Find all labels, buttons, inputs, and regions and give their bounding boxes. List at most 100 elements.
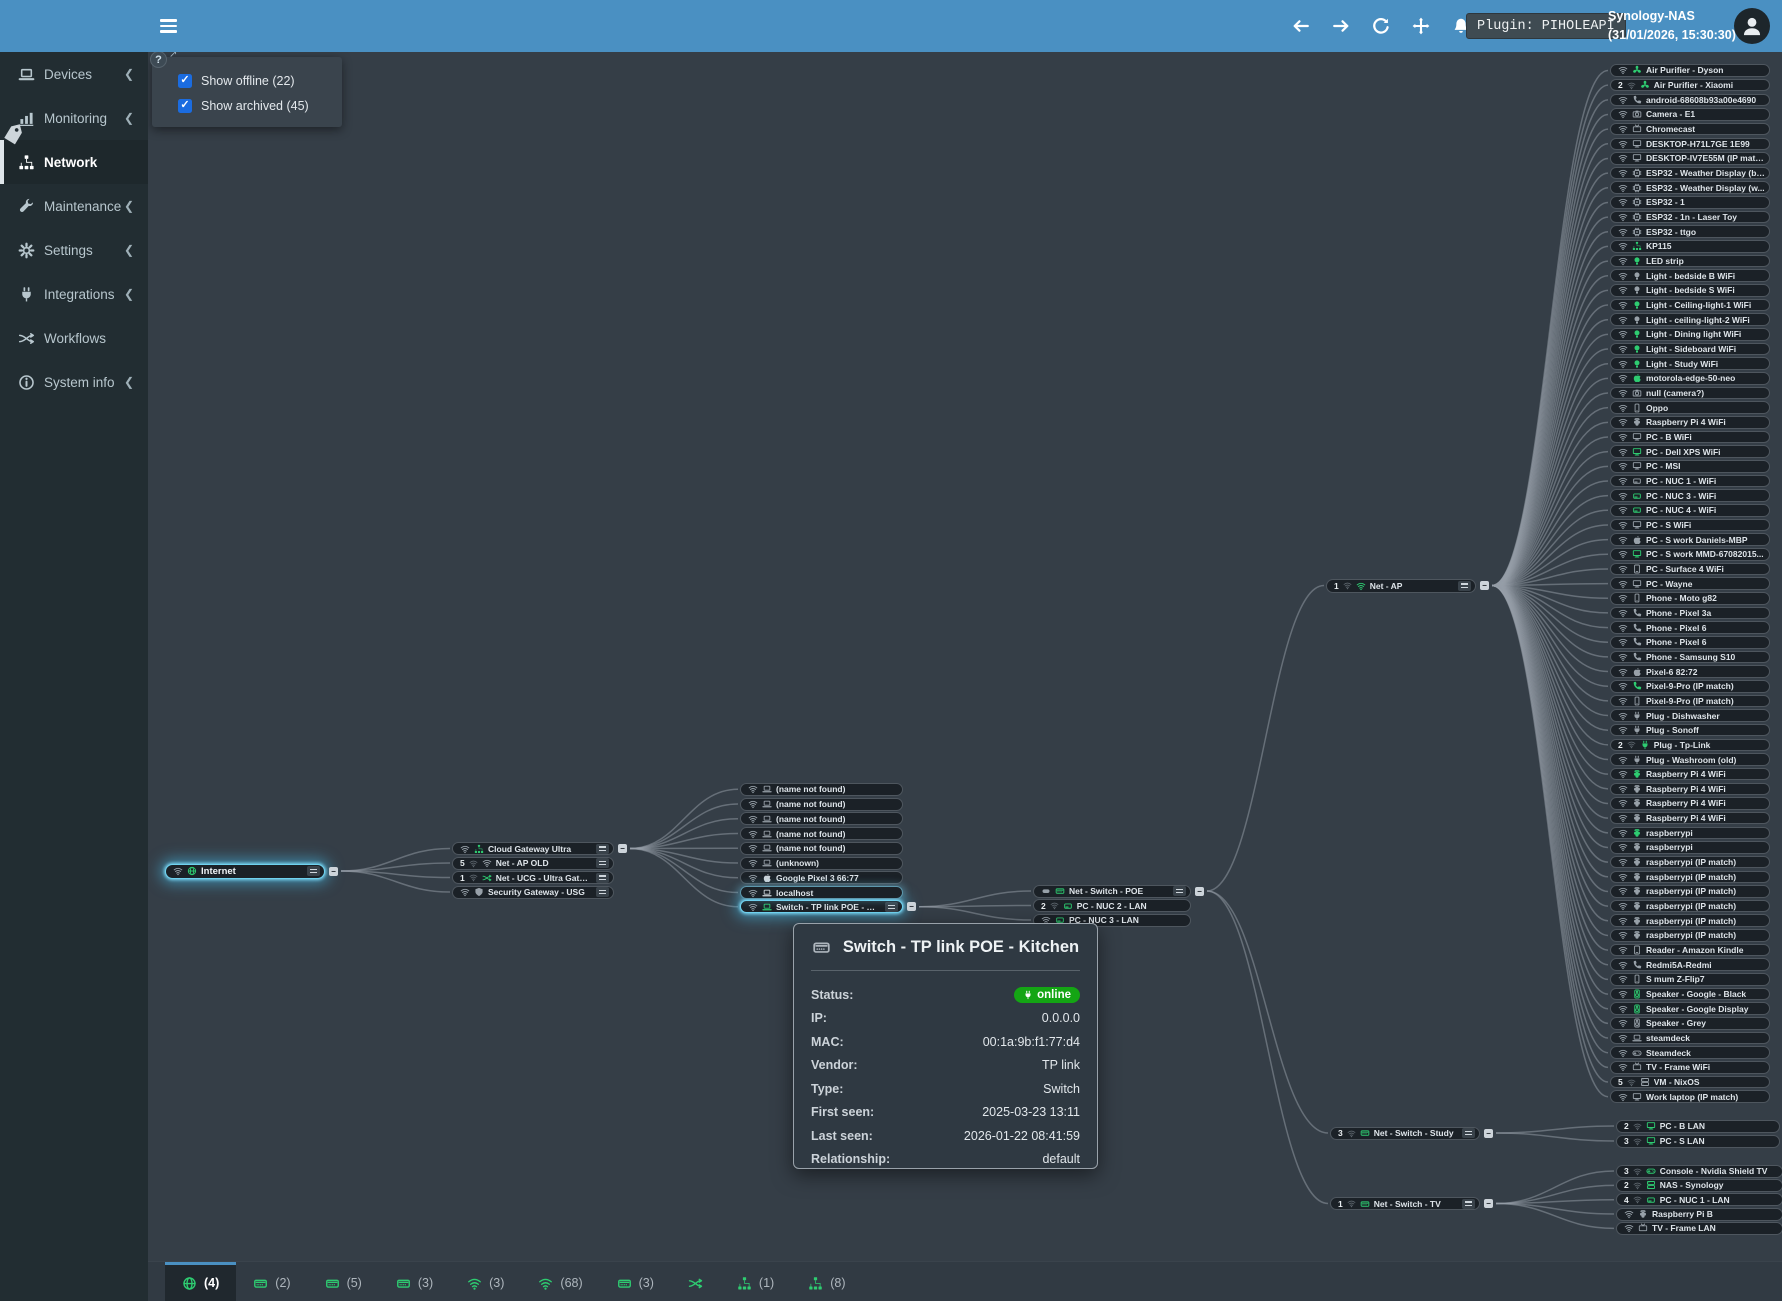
filter-row[interactable]: ✓Show offline (22)	[178, 68, 332, 93]
network-node-raspberry-pi-4-wifi[interactable]: Raspberry Pi 4 WiFi	[1610, 812, 1770, 825]
network-node-name-not-found[interactable]: (name not found)	[740, 842, 903, 855]
network-node-kp115[interactable]: KP115	[1610, 240, 1770, 253]
sidebar-item-network[interactable]: Network	[0, 140, 148, 184]
network-node-net-switch-poe[interactable]: Net - Switch - POE−	[1033, 885, 1191, 898]
network-node-pc-s-wifi[interactable]: PC - S WiFi	[1610, 519, 1770, 532]
network-node-raspberrypi-ip-match[interactable]: raspberrypi (IP match)	[1610, 885, 1770, 898]
sidebar-item-settings[interactable]: Settings❮	[0, 228, 148, 272]
sidebar-item-maintenance[interactable]: Maintenance❮	[0, 184, 148, 228]
network-node-pc-s-lan[interactable]: 3PC - S LAN	[1616, 1135, 1780, 1148]
network-node-net-switch-tv[interactable]: 1Net - Switch - TV−	[1330, 1197, 1480, 1210]
network-node-google-pixel-3-66-77[interactable]: Google Pixel 3 66:77	[740, 871, 903, 884]
node-menu-button[interactable]	[596, 873, 609, 883]
node-menu-button[interactable]	[307, 866, 320, 876]
network-node-light-dining-light-wifi[interactable]: Light - Dining light WiFi	[1610, 328, 1770, 341]
checkbox-checked[interactable]: ✓	[178, 74, 192, 88]
network-node-speaker-grey[interactable]: Speaker - Grey	[1610, 1017, 1770, 1030]
network-node-pc-dell-xps-wifi[interactable]: PC - Dell XPS WiFi	[1610, 445, 1770, 458]
refresh-button[interactable]	[1372, 17, 1390, 35]
network-node-light-sideboard-wifi[interactable]: Light - Sideboard WiFi	[1610, 343, 1770, 356]
sidebar-item-devices[interactable]: Devices❮	[0, 52, 148, 96]
network-node-desktop-h71l7ge-1e99[interactable]: DESKTOP-H71L7GE 1E99	[1610, 138, 1770, 151]
sidebar-item-integrations[interactable]: Integrations❮	[0, 272, 148, 316]
node-menu-button[interactable]	[596, 844, 609, 854]
network-node-steamdeck[interactable]: Steamdeck	[1610, 1046, 1770, 1059]
sidebar-item-workflows[interactable]: Workflows	[0, 316, 148, 360]
network-node-name-not-found[interactable]: (name not found)	[740, 783, 903, 796]
node-menu-button[interactable]	[885, 902, 898, 912]
network-node-light-study-wifi[interactable]: Light - Study WiFi	[1610, 357, 1770, 370]
network-node-raspberrypi-ip-match[interactable]: raspberrypi (IP match)	[1610, 871, 1770, 884]
filter-row[interactable]: ✓Show archived (45)	[178, 93, 332, 118]
network-node-raspberry-pi-b[interactable]: Raspberry Pi B	[1616, 1208, 1782, 1221]
node-collapse-toggle[interactable]: −	[1484, 1129, 1493, 1138]
network-node-steamdeck[interactable]: steamdeck	[1610, 1032, 1770, 1045]
network-node-nas-synology[interactable]: 2NAS - Synology	[1616, 1179, 1782, 1192]
network-node-esp32-weather-display-bl[interactable]: ESP32 - Weather Display (bl...	[1610, 167, 1770, 180]
network-node-plug-tp-link[interactable]: 2Plug - Tp-Link	[1610, 739, 1770, 752]
node-menu-button[interactable]	[1458, 581, 1471, 591]
network-node-raspberrypi-ip-match[interactable]: raspberrypi (IP match)	[1610, 929, 1770, 942]
network-node-tv-frame-lan[interactable]: TV - Frame LAN	[1616, 1222, 1782, 1235]
network-node-pixel-9-pro-ip-match[interactable]: Pixel-9-Pro (IP match)	[1610, 680, 1770, 693]
network-node-raspberrypi[interactable]: raspberrypi	[1610, 841, 1770, 854]
network-node-light-ceiling-light-1-wifi[interactable]: Light - Ceiling-light-1 WiFi	[1610, 299, 1770, 312]
network-node-pc-s-work-mmd-67082015[interactable]: PC - S work MMD-67082015...	[1610, 548, 1770, 561]
network-node-plug-sonoff[interactable]: Plug - Sonoff	[1610, 724, 1770, 737]
network-node-localhost[interactable]: localhost	[740, 886, 903, 899]
network-node-plug-washroom-old[interactable]: Plug - Washroom (old)	[1610, 753, 1770, 766]
network-node-oppo[interactable]: Oppo	[1610, 401, 1770, 414]
network-node-pc-surface-4-wifi[interactable]: PC - Surface 4 WiFi	[1610, 563, 1770, 576]
subnet-tab-7[interactable]	[671, 1262, 720, 1301]
network-node-name-not-found[interactable]: (name not found)	[740, 812, 903, 825]
network-node-pixel-9-pro-ip-match[interactable]: Pixel-9-Pro (IP match)	[1610, 695, 1770, 708]
network-node-net-ap[interactable]: 1Net - AP−	[1326, 579, 1476, 593]
network-node-phone-moto-g82[interactable]: Phone - Moto g82	[1610, 592, 1770, 605]
network-node-phone-samsung-s10[interactable]: Phone - Samsung S10	[1610, 651, 1770, 664]
user-avatar[interactable]	[1734, 8, 1770, 44]
subnet-tab-0[interactable]: (4)	[165, 1262, 236, 1301]
checkbox-checked[interactable]: ✓	[178, 99, 192, 113]
network-node-switch-tp-link-poe-kitchen[interactable]: Switch - TP link POE - Kitchen−	[740, 900, 903, 913]
network-node-motorola-edge-50-neo[interactable]: motorola-edge-50-neo	[1610, 372, 1770, 385]
help-icon[interactable]: ?	[150, 51, 167, 68]
network-node-raspberrypi-ip-match[interactable]: raspberrypi (IP match)	[1610, 856, 1770, 869]
network-node-null-camera[interactable]: null (camera?)	[1610, 387, 1770, 400]
node-menu-button[interactable]	[1462, 1199, 1475, 1209]
network-node-light-ceiling-light-2-wifi[interactable]: Light - ceiling-light-2 WiFi	[1610, 313, 1770, 326]
network-node-cloud-gateway-ultra[interactable]: Cloud Gateway Ultra−	[452, 842, 614, 855]
network-node-desktop-iv7e55m-ip-match[interactable]: DESKTOP-IV7E55M (IP match)	[1610, 152, 1770, 165]
node-collapse-toggle[interactable]: −	[618, 844, 627, 853]
network-node-redmi5a-redmi[interactable]: Redmi5A-Redmi	[1610, 958, 1770, 971]
network-node-light-bedside-b-wifi[interactable]: Light - bedside B WiFi	[1610, 269, 1770, 282]
network-node-security-gateway-usg[interactable]: Security Gateway - USG	[452, 886, 614, 899]
network-node-raspberry-pi-4-wifi[interactable]: Raspberry Pi 4 WiFi	[1610, 797, 1770, 810]
network-node-phone-pixel-3a[interactable]: Phone - Pixel 3a	[1610, 607, 1770, 620]
network-node-name-not-found[interactable]: (name not found)	[740, 798, 903, 811]
network-node-pc-wayne[interactable]: PC - Wayne	[1610, 577, 1770, 590]
network-node-raspberry-pi-4-wifi[interactable]: Raspberry Pi 4 WiFi	[1610, 768, 1770, 781]
network-node-raspberry-pi-4-wifi[interactable]: Raspberry Pi 4 WiFi	[1610, 783, 1770, 796]
network-node-esp32-1[interactable]: ESP32 - 1	[1610, 196, 1770, 209]
forward-button[interactable]	[1332, 17, 1350, 35]
node-menu-button[interactable]	[1462, 1128, 1475, 1138]
network-node-net-switch-study[interactable]: 3Net - Switch - Study−	[1330, 1127, 1480, 1140]
subnet-tab-8[interactable]: (1)	[720, 1262, 791, 1301]
subnet-tab-9[interactable]: (8)	[791, 1262, 862, 1301]
network-node-speaker-google-black[interactable]: Speaker - Google - Black	[1610, 988, 1770, 1001]
network-node-plug-dishwasher[interactable]: Plug - Dishwasher	[1610, 709, 1770, 722]
network-node-pc-nuc-2-lan[interactable]: 2PC - NUC 2 - LAN	[1033, 899, 1191, 912]
network-node-raspberrypi[interactable]: raspberrypi	[1610, 827, 1770, 840]
network-node-phone-pixel-6[interactable]: Phone - Pixel 6	[1610, 621, 1770, 634]
network-node-net-ap-old[interactable]: 5Net - AP OLD	[452, 857, 614, 870]
network-node-raspberry-pi-4-wifi[interactable]: Raspberry Pi 4 WiFi	[1610, 416, 1770, 429]
network-node-pc-b-lan[interactable]: 2PC - B LAN	[1616, 1120, 1780, 1133]
network-node-s-mum-z-flip7[interactable]: S mum Z-Flip7	[1610, 973, 1770, 986]
subnet-tab-2[interactable]: (5)	[308, 1262, 379, 1301]
network-node-name-not-found[interactable]: (name not found)	[740, 827, 903, 840]
network-node-console-nvidia-shield-tv[interactable]: 3Console - Nvidia Shield TV	[1616, 1165, 1782, 1178]
network-node-net-ucg-ultra-gateway[interactable]: 1Net - UCG - Ultra Gateway	[452, 871, 614, 884]
network-node-pc-nuc-3-wifi[interactable]: PC - NUC 3 - WiFi	[1610, 489, 1770, 502]
node-collapse-toggle[interactable]: −	[1195, 887, 1204, 896]
network-node-esp32-ttgo[interactable]: ESP32 - ttgo	[1610, 225, 1770, 238]
